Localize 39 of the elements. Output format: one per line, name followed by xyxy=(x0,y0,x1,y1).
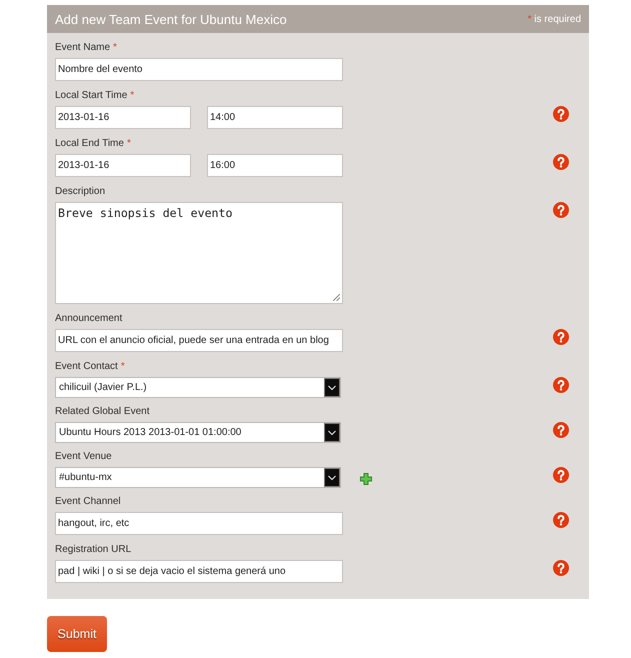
resize-grip-icon[interactable] xyxy=(333,294,340,301)
chevron-down-icon xyxy=(324,468,340,487)
chevron-down-icon xyxy=(324,378,340,397)
time-field[interactable]: 14:00 xyxy=(207,106,343,129)
field-label: Local Start Time * xyxy=(55,89,134,103)
help-icon[interactable] xyxy=(553,377,569,393)
field-label: Announcement xyxy=(55,312,122,326)
chevron-down-icon xyxy=(324,423,340,442)
text-field[interactable]: URL con el anuncio oficial, puede ser una entrada en un blog xyxy=(55,329,343,352)
field-label: Event Channel xyxy=(55,495,121,509)
help-icon[interactable] xyxy=(553,512,569,528)
time-field[interactable]: 16:00 xyxy=(207,154,343,177)
dropdown[interactable]: #ubuntu-mx xyxy=(55,467,341,488)
plus-icon[interactable] xyxy=(360,473,372,485)
field-label: Event Contact * xyxy=(55,360,125,374)
help-icon[interactable] xyxy=(553,560,569,576)
date-field[interactable]: 2013-01-16 xyxy=(55,106,191,129)
field-label: Registration URL xyxy=(55,543,132,557)
field-label: Related Global Event xyxy=(55,405,150,419)
dropdown[interactable]: Ubuntu Hours 2013 2013-01-01 01:00:00 xyxy=(55,422,341,443)
form-title: Add new Team Event for Ubuntu Mexico xyxy=(55,12,287,26)
help-icon[interactable] xyxy=(553,422,569,438)
field-label: Event Name * xyxy=(55,41,117,55)
field-label: Description xyxy=(55,185,106,199)
required-note: * is required xyxy=(528,14,581,24)
help-icon[interactable] xyxy=(553,154,569,170)
textarea-field[interactable]: Breve sinopsis del evento xyxy=(55,202,343,304)
date-field[interactable]: 2013-01-16 xyxy=(55,154,191,177)
text-field[interactable]: hangout, irc, etc xyxy=(55,512,343,535)
help-icon[interactable] xyxy=(553,106,569,122)
dropdown[interactable]: chilicuil (Javier P.L.) xyxy=(55,377,341,398)
help-icon[interactable] xyxy=(553,329,569,345)
help-icon[interactable] xyxy=(553,202,569,218)
field-label: Local End Time * xyxy=(55,137,131,151)
field-label: Event Venue xyxy=(55,450,112,464)
help-icon[interactable] xyxy=(553,467,569,483)
submit-button[interactable]: Submit xyxy=(47,616,107,652)
text-field[interactable]: Nombre del evento xyxy=(55,58,343,81)
text-field[interactable]: pad | wiki | o si se deja vacio el sistema generá uno xyxy=(55,560,343,583)
